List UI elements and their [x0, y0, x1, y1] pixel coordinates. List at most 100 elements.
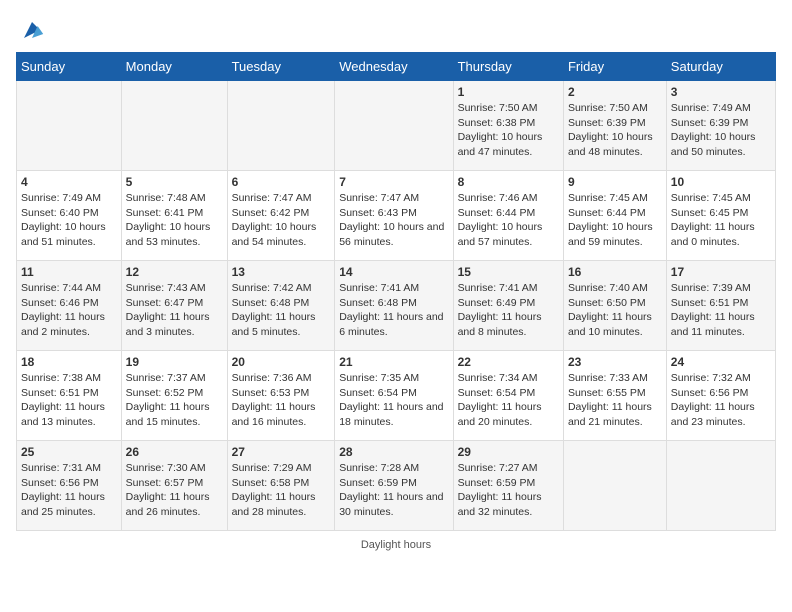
- week-row-4: 25Sunrise: 7:31 AM Sunset: 6:56 PM Dayli…: [17, 441, 776, 531]
- day-info: Sunrise: 7:30 AM Sunset: 6:57 PM Dayligh…: [126, 461, 223, 520]
- day-cell: 12 Sunrise: 7:43 AM Sunset: 6:47 PM Dayli…: [121, 261, 227, 351]
- day-cell: 24 Sunrise: 7:32 AM Sunset: 6:56 PM Dayli…: [666, 351, 775, 441]
- day-cell: 6Sunrise: 7:47 AM Sunset: 6:42 PM Daylig…: [227, 171, 335, 261]
- day-number: 15: [458, 265, 559, 279]
- day-number: 16: [568, 265, 662, 279]
- day-cell: 22Sunrise: 7:34 AM Sunset: 6:54 PM Dayli…: [453, 351, 563, 441]
- day-number: 10: [671, 175, 771, 189]
- day-cell: 20 Sunrise: 7:36 AM Sunset: 6:53 PM Dayli…: [227, 351, 335, 441]
- day-number: 29: [458, 445, 559, 459]
- day-info: Sunrise: 7:31 AM Sunset: 6:56 PM Dayligh…: [21, 461, 117, 520]
- day-cell: 10Sunrise: 7:45 AM Sunset: 6:45 PM Dayli…: [666, 171, 775, 261]
- day-number: 8: [458, 175, 559, 189]
- day-cell: [666, 441, 775, 531]
- day-cell: 8 Sunrise: 7:46 AM Sunset: 6:44 PM Daylig…: [453, 171, 563, 261]
- day-number: 4: [21, 175, 117, 189]
- calendar-header: SundayMondayTuesdayWednesdayThursdayFrid…: [17, 53, 776, 81]
- day-cell: [227, 81, 335, 171]
- page-header: [16, 16, 776, 42]
- day-number: 1: [458, 85, 559, 99]
- day-cell: 4 Sunrise: 7:49 AM Sunset: 6:40 PM Daylig…: [17, 171, 122, 261]
- day-cell: 18Sunrise: 7:38 AM Sunset: 6:51 PM Dayli…: [17, 351, 122, 441]
- day-info: Sunrise: 7:36 AM Sunset: 6:53 PM Dayligh…: [232, 371, 331, 430]
- day-cell: 27 Sunrise: 7:29 AM Sunset: 6:58 PM Dayli…: [227, 441, 335, 531]
- day-info: Sunrise: 7:27 AM Sunset: 6:59 PM Dayligh…: [458, 461, 559, 520]
- day-info: Sunrise: 7:49 AM Sunset: 6:40 PM Dayligh…: [21, 191, 117, 250]
- day-number: 3: [671, 85, 771, 99]
- day-cell: 7 Sunrise: 7:47 AM Sunset: 6:43 PM Daylig…: [335, 171, 453, 261]
- day-number: 20: [232, 355, 331, 369]
- week-row-3: 18Sunrise: 7:38 AM Sunset: 6:51 PM Dayli…: [17, 351, 776, 441]
- day-cell: 28 Sunrise: 7:28 AM Sunset: 6:59 PM Dayli…: [335, 441, 453, 531]
- day-info: Sunrise: 7:33 AM Sunset: 6:55 PM Dayligh…: [568, 371, 662, 430]
- header-cell-friday: Friday: [563, 53, 666, 81]
- day-cell: 23Sunrise: 7:33 AM Sunset: 6:55 PM Dayli…: [563, 351, 666, 441]
- day-number: 26: [126, 445, 223, 459]
- day-cell: 29 Sunrise: 7:27 AM Sunset: 6:59 PM Dayli…: [453, 441, 563, 531]
- day-number: 24: [671, 355, 771, 369]
- day-number: 27: [232, 445, 331, 459]
- header-cell-saturday: Saturday: [666, 53, 775, 81]
- day-cell: 2 Sunrise: 7:50 AM Sunset: 6:39 PM Daylig…: [563, 81, 666, 171]
- footer: Daylight hours: [16, 539, 776, 551]
- week-row-1: 4 Sunrise: 7:49 AM Sunset: 6:40 PM Daylig…: [17, 171, 776, 261]
- day-info: Sunrise: 7:29 AM Sunset: 6:58 PM Dayligh…: [232, 461, 331, 520]
- header-row: SundayMondayTuesdayWednesdayThursdayFrid…: [17, 53, 776, 81]
- day-info: Sunrise: 7:48 AM Sunset: 6:41 PM Dayligh…: [126, 191, 223, 250]
- footer-legend: Daylight hours: [16, 539, 776, 551]
- day-info: Sunrise: 7:46 AM Sunset: 6:44 PM Dayligh…: [458, 191, 559, 250]
- day-number: 9: [568, 175, 662, 189]
- day-number: 7: [339, 175, 448, 189]
- week-row-2: 11 Sunrise: 7:44 AM Sunset: 6:46 PM Dayli…: [17, 261, 776, 351]
- daylight-label: Daylight hours: [361, 539, 431, 551]
- day-number: 14: [339, 265, 448, 279]
- day-cell: [121, 81, 227, 171]
- day-number: 12: [126, 265, 223, 279]
- day-info: Sunrise: 7:40 AM Sunset: 6:50 PM Dayligh…: [568, 281, 662, 340]
- day-cell: 19 Sunrise: 7:37 AM Sunset: 6:52 PM Dayli…: [121, 351, 227, 441]
- day-cell: 21 Sunrise: 7:35 AM Sunset: 6:54 PM Dayli…: [335, 351, 453, 441]
- calendar-table: SundayMondayTuesdayWednesdayThursdayFrid…: [16, 52, 776, 531]
- day-cell: 1Sunrise: 7:50 AM Sunset: 6:38 PM Daylig…: [453, 81, 563, 171]
- day-info: Sunrise: 7:37 AM Sunset: 6:52 PM Dayligh…: [126, 371, 223, 430]
- day-info: Sunrise: 7:50 AM Sunset: 6:39 PM Dayligh…: [568, 101, 662, 160]
- day-info: Sunrise: 7:32 AM Sunset: 6:56 PM Dayligh…: [671, 371, 771, 430]
- header-cell-monday: Monday: [121, 53, 227, 81]
- day-cell: 16 Sunrise: 7:40 AM Sunset: 6:50 PM Dayli…: [563, 261, 666, 351]
- day-info: Sunrise: 7:41 AM Sunset: 6:49 PM Dayligh…: [458, 281, 559, 340]
- day-info: Sunrise: 7:35 AM Sunset: 6:54 PM Dayligh…: [339, 371, 448, 430]
- header-cell-tuesday: Tuesday: [227, 53, 335, 81]
- day-cell: 5Sunrise: 7:48 AM Sunset: 6:41 PM Daylig…: [121, 171, 227, 261]
- header-cell-sunday: Sunday: [17, 53, 122, 81]
- day-info: Sunrise: 7:47 AM Sunset: 6:43 PM Dayligh…: [339, 191, 448, 250]
- day-info: Sunrise: 7:41 AM Sunset: 6:48 PM Dayligh…: [339, 281, 448, 340]
- day-number: 21: [339, 355, 448, 369]
- day-cell: 15 Sunrise: 7:41 AM Sunset: 6:49 PM Dayli…: [453, 261, 563, 351]
- header-cell-wednesday: Wednesday: [335, 53, 453, 81]
- day-cell: 17 Sunrise: 7:39 AM Sunset: 6:51 PM Dayli…: [666, 261, 775, 351]
- day-number: 19: [126, 355, 223, 369]
- day-info: Sunrise: 7:28 AM Sunset: 6:59 PM Dayligh…: [339, 461, 448, 520]
- header-cell-thursday: Thursday: [453, 53, 563, 81]
- week-row-0: 1Sunrise: 7:50 AM Sunset: 6:38 PM Daylig…: [17, 81, 776, 171]
- day-cell: [17, 81, 122, 171]
- day-number: 2: [568, 85, 662, 99]
- day-info: Sunrise: 7:38 AM Sunset: 6:51 PM Dayligh…: [21, 371, 117, 430]
- day-info: Sunrise: 7:45 AM Sunset: 6:44 PM Dayligh…: [568, 191, 662, 250]
- day-number: 22: [458, 355, 559, 369]
- day-info: Sunrise: 7:49 AM Sunset: 6:39 PM Dayligh…: [671, 101, 771, 160]
- day-cell: 26 Sunrise: 7:30 AM Sunset: 6:57 PM Dayli…: [121, 441, 227, 531]
- day-info: Sunrise: 7:44 AM Sunset: 6:46 PM Dayligh…: [21, 281, 117, 340]
- day-number: 28: [339, 445, 448, 459]
- day-number: 11: [21, 265, 117, 279]
- day-info: Sunrise: 7:43 AM Sunset: 6:47 PM Dayligh…: [126, 281, 223, 340]
- logo-icon: [20, 18, 44, 42]
- day-cell: 11 Sunrise: 7:44 AM Sunset: 6:46 PM Dayli…: [17, 261, 122, 351]
- day-cell: [563, 441, 666, 531]
- day-number: 6: [232, 175, 331, 189]
- day-info: Sunrise: 7:42 AM Sunset: 6:48 PM Dayligh…: [232, 281, 331, 340]
- day-cell: 14 Sunrise: 7:41 AM Sunset: 6:48 PM Dayli…: [335, 261, 453, 351]
- day-info: Sunrise: 7:39 AM Sunset: 6:51 PM Dayligh…: [671, 281, 771, 340]
- calendar-body: 1Sunrise: 7:50 AM Sunset: 6:38 PM Daylig…: [17, 81, 776, 531]
- day-number: 17: [671, 265, 771, 279]
